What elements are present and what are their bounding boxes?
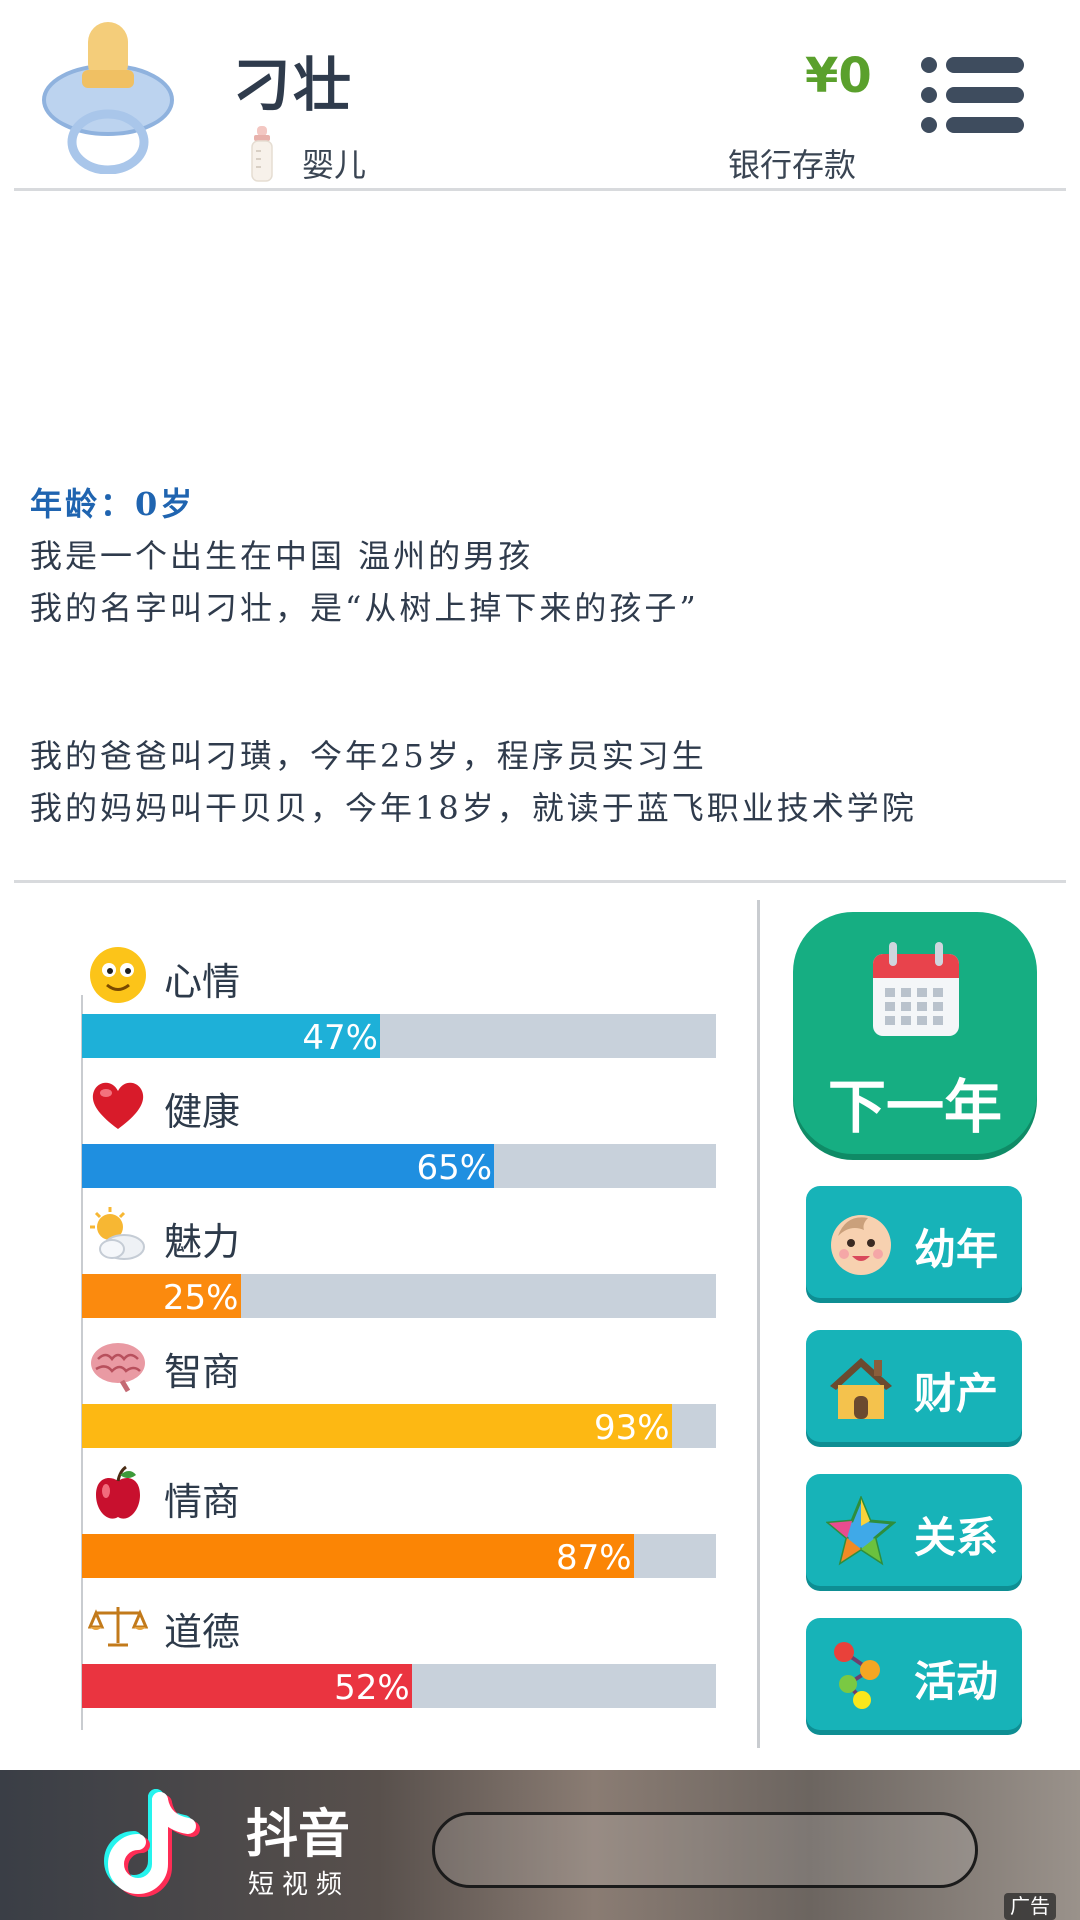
stat-percent: 87% (556, 1538, 632, 1578)
stat-bar-fill: 93% (82, 1404, 672, 1448)
story-line: 我的名字叫刁壮，是“从树上掉下来的孩子” (30, 589, 699, 627)
bank-balance-value: ¥0 (805, 48, 872, 104)
apple-icon (88, 1465, 148, 1525)
ad-search-pill[interactable] (432, 1812, 978, 1888)
stat-label: 健康 (164, 1090, 241, 1134)
story-line: 我是一个出生在中国 温州的男孩 (30, 537, 534, 575)
stat-bar-track: 52% (82, 1664, 716, 1708)
ad-title: 抖音 (246, 1805, 351, 1865)
stat-row: 道德 52% (82, 1595, 716, 1708)
stat-row: 心情 47% (82, 945, 716, 1058)
stat-percent: 65% (416, 1148, 493, 1188)
activities-button[interactable]: 活动 (806, 1618, 1022, 1730)
stat-label: 情商 (164, 1480, 241, 1524)
baby-face-icon (831, 1215, 891, 1275)
calendar-icon (873, 942, 959, 1036)
stat-percent: 52% (334, 1668, 410, 1708)
property-label: 财产 (914, 1369, 999, 1418)
property-button[interactable]: 财产 (806, 1330, 1022, 1442)
baby-bottle-icon (251, 126, 273, 182)
heart-icon (88, 1075, 148, 1135)
relations-label: 关系 (914, 1513, 999, 1562)
brain-icon (88, 1335, 148, 1395)
ad-badge: 广告 (1004, 1893, 1056, 1920)
house-icon (830, 1358, 892, 1419)
story-line: 我的妈妈叫干贝贝，今年18岁，就读于蓝飞职业技术学院 (30, 789, 917, 827)
stat-bar-track: 93% (82, 1404, 716, 1448)
stat-row: 情商 87% (82, 1465, 716, 1578)
smiley-face-icon (88, 945, 148, 1005)
stat-percent: 25% (162, 1278, 239, 1318)
stat-percent: 93% (594, 1408, 670, 1448)
stat-row: 智商 93% (82, 1335, 716, 1448)
stat-header: 智商 (82, 1335, 716, 1395)
story-divider (14, 880, 1066, 883)
relations-button[interactable]: 关系 (806, 1474, 1022, 1586)
stat-header: 情商 (82, 1465, 716, 1525)
stats-panel-divider (757, 900, 760, 1748)
life-story: 年龄：0岁 我是一个出生在中国 温州的男孩 我的名字叫刁壮，是“从树上掉下来的孩… (30, 478, 1060, 834)
stat-header: 魅力 (82, 1205, 716, 1265)
stat-bar-track: 65% (82, 1144, 716, 1188)
activity-dots-icon (834, 1642, 880, 1709)
stat-bar-fill: 65% (82, 1144, 495, 1188)
stat-bar-fill: 52% (82, 1664, 412, 1708)
stat-header: 心情 (82, 945, 716, 1005)
stat-bar-fill: 47% (82, 1014, 380, 1058)
stat-label: 魅力 (164, 1220, 241, 1264)
life-stage-label: 婴儿 (302, 146, 367, 184)
scales-icon (87, 1595, 149, 1655)
bank-balance-label: 银行存款 (728, 146, 857, 184)
age-line: 年龄：0岁 (30, 485, 196, 523)
next-year-button[interactable]: 下一年 (793, 912, 1037, 1154)
sun-cloud-icon (88, 1205, 148, 1265)
header-divider (14, 188, 1066, 191)
stat-label: 智商 (164, 1350, 241, 1394)
stat-bar-track: 25% (82, 1274, 716, 1318)
stat-bar-fill: 25% (82, 1274, 241, 1318)
childhood-button[interactable]: 幼年 (806, 1186, 1022, 1298)
pacifier-avatar-icon (42, 22, 174, 174)
stat-header: 健康 (82, 1075, 716, 1135)
player-name: 刁壮 (233, 51, 354, 119)
stat-row: 魅力 25% (82, 1205, 716, 1318)
childhood-label: 幼年 (914, 1225, 999, 1274)
stat-label: 道德 (164, 1610, 241, 1654)
stat-bar-track: 87% (82, 1534, 716, 1578)
stat-label: 心情 (164, 960, 241, 1004)
story-line: 我的爸爸叫刁璜，今年25岁，程序员实习生 (30, 737, 707, 775)
activities-label: 活动 (914, 1657, 999, 1706)
rainbow-star-icon (826, 1496, 896, 1566)
stat-row: 健康 65% (82, 1075, 716, 1188)
stat-percent: 47% (302, 1018, 378, 1058)
stat-bar-fill: 87% (82, 1534, 634, 1578)
ad-banner[interactable]: 抖音 短视频 (0, 1770, 1080, 1920)
stat-header: 道德 (82, 1595, 716, 1655)
ad-subtitle: 短视频 (248, 1870, 351, 1900)
next-year-label: 下一年 (827, 1073, 1002, 1141)
tiktok-logo-icon (104, 1789, 200, 1897)
menu-icon[interactable] (920, 55, 1025, 135)
stat-bar-track: 47% (82, 1014, 716, 1058)
